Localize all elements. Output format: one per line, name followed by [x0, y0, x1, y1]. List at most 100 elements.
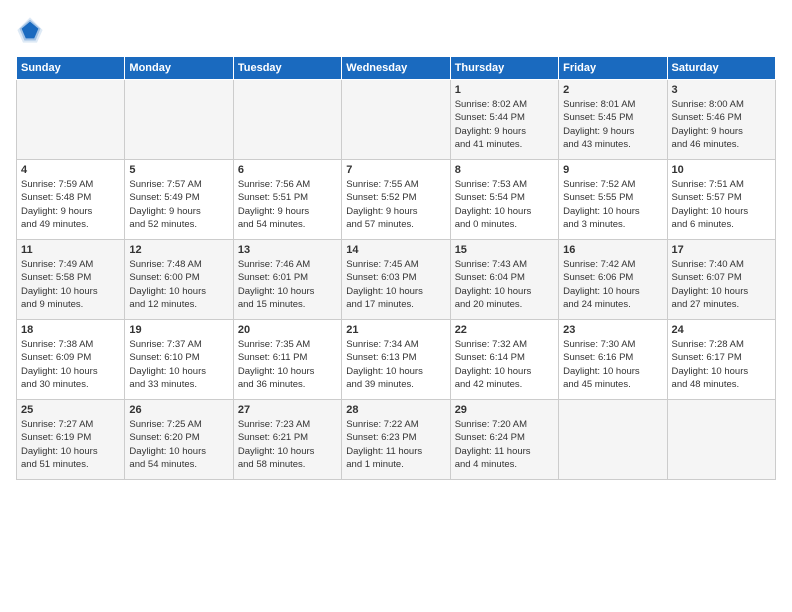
day-info: Sunrise: 7:34 AM Sunset: 6:13 PM Dayligh…	[346, 338, 445, 391]
day-number: 23	[563, 324, 662, 336]
day-info: Sunrise: 7:55 AM Sunset: 5:52 PM Dayligh…	[346, 178, 445, 231]
calendar-day-cell: 6 Sunrise: 7:56 AM Sunset: 5:51 PM Daylig…	[233, 160, 341, 240]
calendar-week-row: 11 Sunrise: 7:49 AM Sunset: 5:58 PM Dayli…	[17, 240, 776, 320]
calendar-day-cell: 29 Sunrise: 7:20 AM Sunset: 6:24 PM Dayli…	[450, 400, 558, 480]
day-info: Sunrise: 8:01 AM Sunset: 5:45 PM Dayligh…	[563, 98, 662, 151]
day-number: 2	[563, 84, 662, 96]
day-number: 12	[129, 244, 228, 256]
calendar-day-cell: 22Sunrise: 7:32 AM Sunset: 6:14 PM Dayli…	[450, 320, 558, 400]
day-info: Sunrise: 7:43 AM Sunset: 6:04 PM Dayligh…	[455, 258, 554, 311]
day-of-week-header: Sunday	[17, 57, 125, 80]
day-number: 8	[455, 164, 554, 176]
day-number: 14	[346, 244, 445, 256]
day-info: Sunrise: 7:48 AM Sunset: 6:00 PM Dayligh…	[129, 258, 228, 311]
day-info: Sunrise: 7:57 AM Sunset: 5:49 PM Dayligh…	[129, 178, 228, 231]
calendar-week-row: 4 Sunrise: 7:59 AM Sunset: 5:48 PM Daylig…	[17, 160, 776, 240]
calendar-day-cell: 23Sunrise: 7:30 AM Sunset: 6:16 PM Dayli…	[559, 320, 667, 400]
day-info: Sunrise: 7:28 AM Sunset: 6:17 PM Dayligh…	[672, 338, 771, 391]
day-number: 4	[21, 164, 120, 176]
calendar-week-row: 1 Sunrise: 8:02 AM Sunset: 5:44 PM Daylig…	[17, 80, 776, 160]
day-info: Sunrise: 7:42 AM Sunset: 6:06 PM Dayligh…	[563, 258, 662, 311]
day-number: 15	[455, 244, 554, 256]
calendar-day-cell	[125, 80, 233, 160]
calendar-day-cell: 25 Sunrise: 7:27 AM Sunset: 6:19 PM Dayli…	[17, 400, 125, 480]
calendar-day-cell: 3 Sunrise: 8:00 AM Sunset: 5:46 PM Daylig…	[667, 80, 775, 160]
calendar-day-cell: 9Sunrise: 7:52 AM Sunset: 5:55 PM Daylig…	[559, 160, 667, 240]
day-number: 24	[672, 324, 771, 336]
calendar-day-cell: 7 Sunrise: 7:55 AM Sunset: 5:52 PM Daylig…	[342, 160, 450, 240]
calendar-day-cell: 11 Sunrise: 7:49 AM Sunset: 5:58 PM Dayli…	[17, 240, 125, 320]
calendar-day-cell: 19 Sunrise: 7:37 AM Sunset: 6:10 PM Dayli…	[125, 320, 233, 400]
day-number: 16	[563, 244, 662, 256]
calendar-day-cell: 20 Sunrise: 7:35 AM Sunset: 6:11 PM Dayli…	[233, 320, 341, 400]
calendar-day-cell: 18 Sunrise: 7:38 AM Sunset: 6:09 PM Dayli…	[17, 320, 125, 400]
day-number: 21	[346, 324, 445, 336]
day-info: Sunrise: 7:49 AM Sunset: 5:58 PM Dayligh…	[21, 258, 120, 311]
day-info: Sunrise: 7:20 AM Sunset: 6:24 PM Dayligh…	[455, 418, 554, 471]
calendar-day-cell: 26 Sunrise: 7:25 AM Sunset: 6:20 PM Dayli…	[125, 400, 233, 480]
day-info: Sunrise: 7:46 AM Sunset: 6:01 PM Dayligh…	[238, 258, 337, 311]
day-number: 3	[672, 84, 771, 96]
day-number: 1	[455, 84, 554, 96]
day-info: Sunrise: 7:32 AM Sunset: 6:14 PM Dayligh…	[455, 338, 554, 391]
calendar-day-cell: 14 Sunrise: 7:45 AM Sunset: 6:03 PM Dayli…	[342, 240, 450, 320]
logo-icon	[16, 16, 44, 44]
calendar-day-cell: 17 Sunrise: 7:40 AM Sunset: 6:07 PM Dayli…	[667, 240, 775, 320]
calendar-header-row: SundayMondayTuesdayWednesdayThursdayFrid…	[17, 57, 776, 80]
day-number: 26	[129, 404, 228, 416]
day-number: 25	[21, 404, 120, 416]
day-number: 10	[672, 164, 771, 176]
logo	[16, 16, 48, 44]
day-info: Sunrise: 7:35 AM Sunset: 6:11 PM Dayligh…	[238, 338, 337, 391]
calendar-day-cell: 15 Sunrise: 7:43 AM Sunset: 6:04 PM Dayli…	[450, 240, 558, 320]
day-number: 17	[672, 244, 771, 256]
calendar-table: SundayMondayTuesdayWednesdayThursdayFrid…	[16, 56, 776, 480]
day-number: 11	[21, 244, 120, 256]
calendar-day-cell: 1 Sunrise: 8:02 AM Sunset: 5:44 PM Daylig…	[450, 80, 558, 160]
calendar-day-cell: 13Sunrise: 7:46 AM Sunset: 6:01 PM Dayli…	[233, 240, 341, 320]
day-number: 28	[346, 404, 445, 416]
day-info: Sunrise: 8:00 AM Sunset: 5:46 PM Dayligh…	[672, 98, 771, 151]
page-header	[16, 16, 776, 44]
calendar-day-cell: 16 Sunrise: 7:42 AM Sunset: 6:06 PM Dayli…	[559, 240, 667, 320]
calendar-day-cell	[342, 80, 450, 160]
day-number: 27	[238, 404, 337, 416]
day-of-week-header: Saturday	[667, 57, 775, 80]
calendar-day-cell	[17, 80, 125, 160]
day-number: 5	[129, 164, 228, 176]
day-info: Sunrise: 7:56 AM Sunset: 5:51 PM Dayligh…	[238, 178, 337, 231]
calendar-day-cell: 21 Sunrise: 7:34 AM Sunset: 6:13 PM Dayli…	[342, 320, 450, 400]
day-info: Sunrise: 7:25 AM Sunset: 6:20 PM Dayligh…	[129, 418, 228, 471]
calendar-day-cell	[667, 400, 775, 480]
day-info: Sunrise: 7:27 AM Sunset: 6:19 PM Dayligh…	[21, 418, 120, 471]
day-info: Sunrise: 7:51 AM Sunset: 5:57 PM Dayligh…	[672, 178, 771, 231]
calendar-day-cell: 28Sunrise: 7:22 AM Sunset: 6:23 PM Dayli…	[342, 400, 450, 480]
day-info: Sunrise: 7:23 AM Sunset: 6:21 PM Dayligh…	[238, 418, 337, 471]
calendar-day-cell: 12 Sunrise: 7:48 AM Sunset: 6:00 PM Dayli…	[125, 240, 233, 320]
day-of-week-header: Tuesday	[233, 57, 341, 80]
day-info: Sunrise: 7:40 AM Sunset: 6:07 PM Dayligh…	[672, 258, 771, 311]
day-of-week-header: Wednesday	[342, 57, 450, 80]
day-number: 18	[21, 324, 120, 336]
calendar-day-cell: 27 Sunrise: 7:23 AM Sunset: 6:21 PM Dayli…	[233, 400, 341, 480]
day-number: 6	[238, 164, 337, 176]
day-number: 7	[346, 164, 445, 176]
day-info: Sunrise: 7:59 AM Sunset: 5:48 PM Dayligh…	[21, 178, 120, 231]
day-of-week-header: Thursday	[450, 57, 558, 80]
calendar-day-cell: 24 Sunrise: 7:28 AM Sunset: 6:17 PM Dayli…	[667, 320, 775, 400]
day-info: Sunrise: 7:37 AM Sunset: 6:10 PM Dayligh…	[129, 338, 228, 391]
day-info: Sunrise: 7:53 AM Sunset: 5:54 PM Dayligh…	[455, 178, 554, 231]
day-number: 20	[238, 324, 337, 336]
calendar-day-cell: 8 Sunrise: 7:53 AM Sunset: 5:54 PM Daylig…	[450, 160, 558, 240]
calendar-week-row: 25 Sunrise: 7:27 AM Sunset: 6:19 PM Dayli…	[17, 400, 776, 480]
day-info: Sunrise: 8:02 AM Sunset: 5:44 PM Dayligh…	[455, 98, 554, 151]
calendar-day-cell: 2 Sunrise: 8:01 AM Sunset: 5:45 PM Daylig…	[559, 80, 667, 160]
day-number: 19	[129, 324, 228, 336]
day-number: 29	[455, 404, 554, 416]
day-of-week-header: Monday	[125, 57, 233, 80]
calendar-day-cell	[233, 80, 341, 160]
day-number: 9	[563, 164, 662, 176]
day-info: Sunrise: 7:38 AM Sunset: 6:09 PM Dayligh…	[21, 338, 120, 391]
calendar-day-cell: 10 Sunrise: 7:51 AM Sunset: 5:57 PM Dayli…	[667, 160, 775, 240]
day-info: Sunrise: 7:45 AM Sunset: 6:03 PM Dayligh…	[346, 258, 445, 311]
